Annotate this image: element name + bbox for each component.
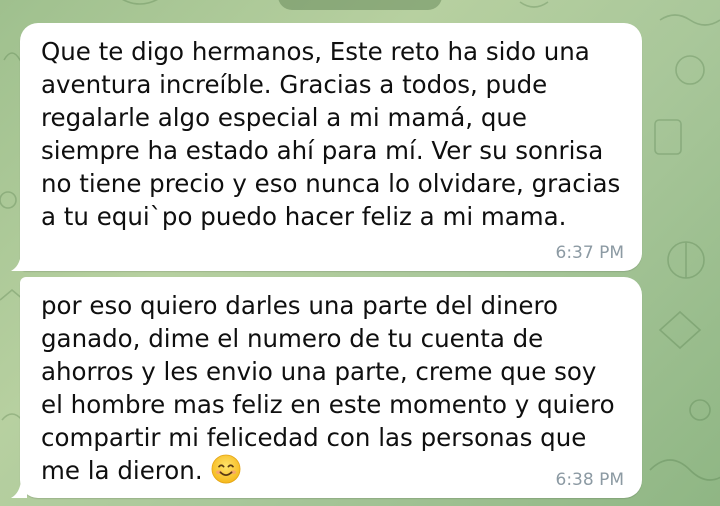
message-timestamp: 6:38 PM bbox=[555, 470, 625, 490]
message-text: Que te digo hermanos, Este reto ha sido … bbox=[41, 37, 621, 231]
message-timestamp: 6:37 PM bbox=[555, 243, 625, 263]
smiling-face-icon bbox=[211, 454, 241, 484]
date-pill bbox=[278, 0, 442, 10]
message-bubble[interactable]: por eso quiero darles una parte del dine… bbox=[11, 277, 642, 498]
message-text-body: por eso quiero darles una parte del dine… bbox=[41, 291, 615, 485]
bubble-tail bbox=[11, 253, 27, 271]
message-bubble[interactable]: Que te digo hermanos, Este reto ha sido … bbox=[11, 23, 642, 271]
bubble-tail bbox=[11, 480, 27, 498]
message-text: por eso quiero darles una parte del dine… bbox=[41, 289, 622, 487]
